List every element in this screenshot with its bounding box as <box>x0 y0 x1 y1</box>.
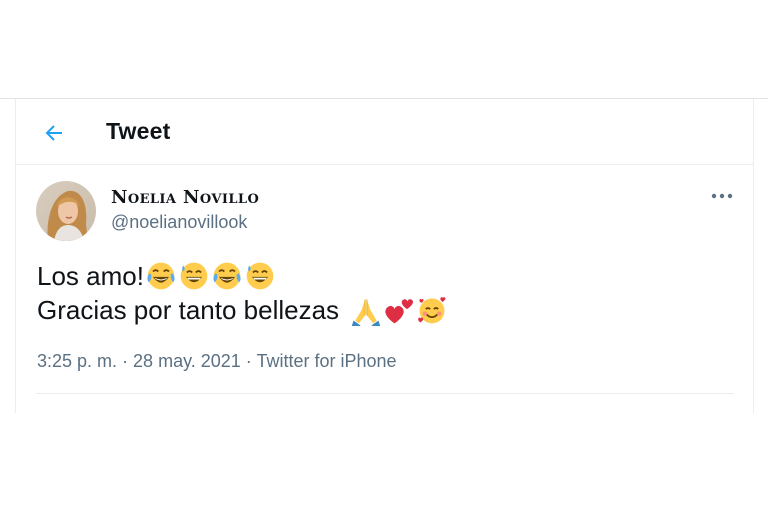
back-button[interactable] <box>38 117 70 149</box>
tweet-line-2: Gracias por tanto bellezas <box>37 293 448 327</box>
tweet-line-1-text: Los amo! <box>37 261 144 291</box>
smiling-face-with-hearts-icon <box>418 297 446 324</box>
grinning-face-with-sweat-icon <box>180 262 208 290</box>
avatar[interactable] <box>36 181 96 241</box>
arrow-left-icon <box>45 125 62 141</box>
tweet-meta: 3:25 p. m. · 28 may. 2021 · Twitter for … <box>37 351 397 372</box>
tweet-header: Tweet <box>16 99 753 165</box>
meta-separator: · <box>240 351 257 371</box>
author-display-name[interactable]: Noelia Novillo <box>111 187 259 208</box>
grinning-face-with-sweat-icon <box>246 262 274 290</box>
two-hearts-icon <box>385 299 414 324</box>
tweet-line-1: Los amo! <box>37 259 448 293</box>
page-title: Tweet <box>106 118 171 144</box>
folded-hands-icon <box>352 299 381 326</box>
tweet-timestamp[interactable]: 3:25 p. m. <box>37 351 117 371</box>
meta-divider <box>36 393 734 394</box>
tweet-card: Tweet Noelia Novillo @noelianovillook Lo… <box>15 99 754 413</box>
meta-separator: · <box>117 351 134 371</box>
face-with-tears-of-joy-icon <box>147 262 175 290</box>
tweet-line-1-emojis <box>145 260 276 292</box>
tweet-line-2-emojis <box>350 294 448 326</box>
more-horizontal-icon <box>711 193 733 199</box>
face-with-tears-of-joy-icon <box>213 262 241 290</box>
tweet-source[interactable]: Twitter for iPhone <box>256 351 396 371</box>
tweet-line-2-text: Gracias por tanto bellezas <box>37 295 347 325</box>
tweet-text: Los amo! Gracias por tanto bellezas <box>37 259 448 327</box>
more-options-button[interactable] <box>708 185 736 207</box>
tweet-date[interactable]: 28 may. 2021 <box>133 351 241 371</box>
author-handle[interactable]: @noelianovillook <box>111 212 247 233</box>
